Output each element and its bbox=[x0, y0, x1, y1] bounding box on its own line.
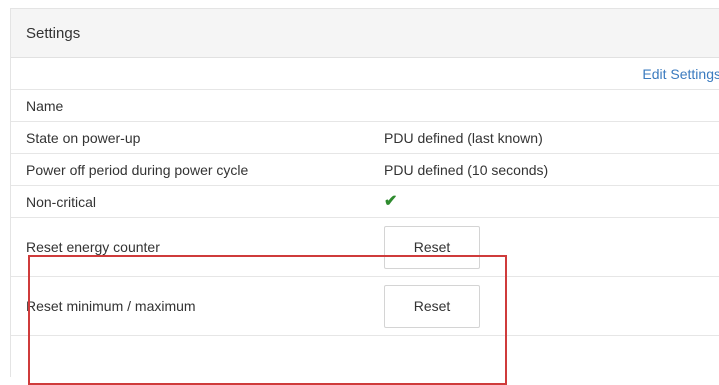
panel-header: Settings bbox=[11, 9, 719, 58]
action-row-reset-energy-counter: Reset energy counter Reset bbox=[11, 218, 719, 277]
checkmark-icon: ✔ bbox=[384, 193, 398, 210]
action-label: Reset energy counter bbox=[26, 239, 160, 255]
reset-min-max-button[interactable]: Reset bbox=[384, 284, 480, 328]
action-label: Reset minimum / maximum bbox=[26, 298, 196, 314]
reset-energy-counter-button[interactable]: Reset bbox=[384, 225, 480, 269]
settings-row-name: Name bbox=[11, 90, 719, 122]
settings-row-non-critical: Non-critical ✔ bbox=[11, 186, 719, 218]
action-row-reset-min-max: Reset minimum / maximum Reset bbox=[11, 277, 719, 336]
row-value: PDU defined (10 seconds) bbox=[384, 161, 549, 178]
row-label: State on power-up bbox=[26, 129, 141, 146]
row-value: ✔ bbox=[384, 193, 719, 210]
settings-row-power-off-period: Power off period during power cycle PDU … bbox=[11, 154, 719, 186]
row-label: Name bbox=[26, 97, 64, 114]
edit-settings-row: Edit Settings bbox=[11, 58, 719, 90]
row-value: PDU defined (last known) bbox=[384, 129, 543, 146]
panel-title: Settings bbox=[26, 24, 81, 42]
row-label: Non-critical bbox=[26, 193, 97, 210]
settings-row-state-on-power-up: State on power-up PDU defined (last know… bbox=[11, 122, 719, 154]
edit-settings-link[interactable]: Edit Settings bbox=[642, 66, 719, 82]
row-label: Power off period during power cycle bbox=[26, 161, 249, 178]
settings-panel: Settings Edit Settings Name State on pow… bbox=[10, 8, 719, 377]
